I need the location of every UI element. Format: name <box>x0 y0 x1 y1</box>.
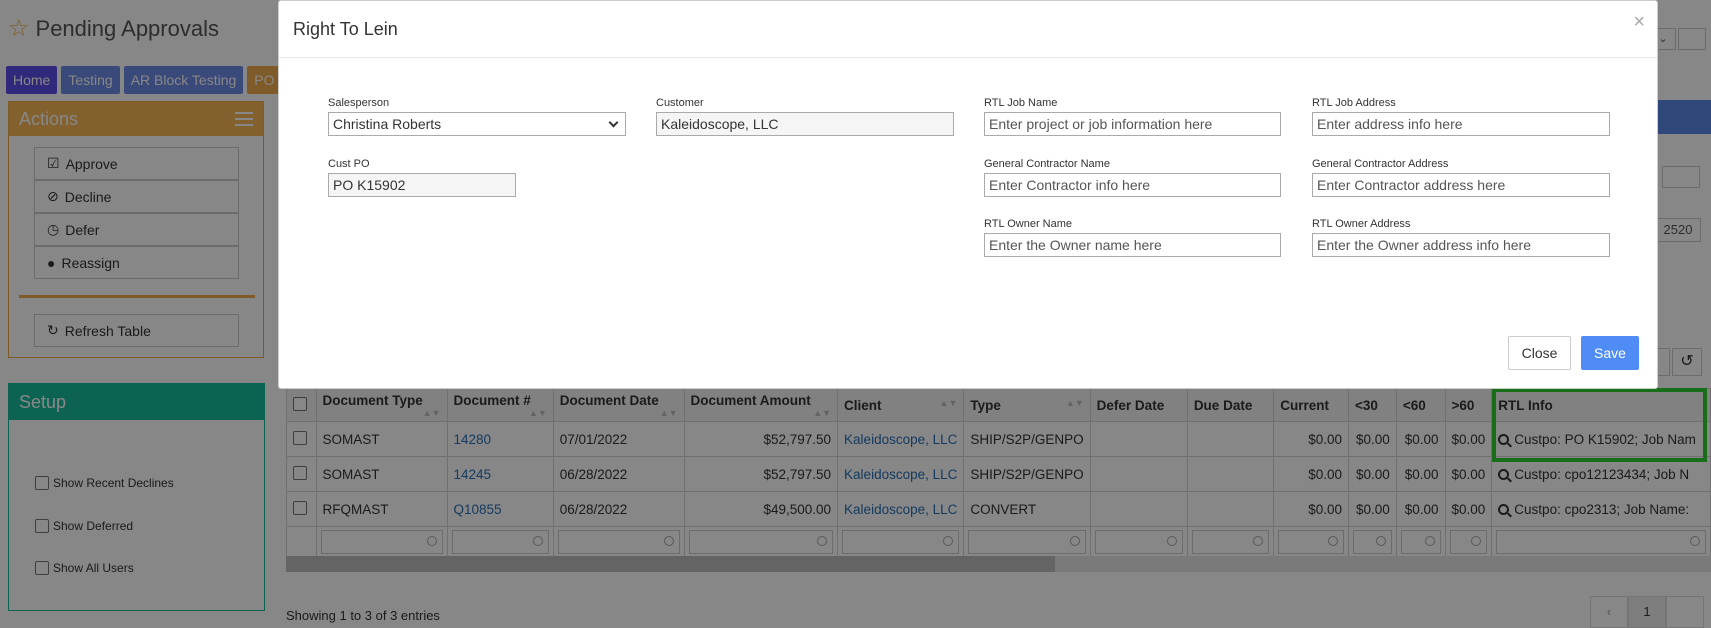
gc-name-input[interactable]: Enter Contractor info here <box>984 173 1281 197</box>
salesperson-value: Christina Roberts <box>333 116 442 132</box>
cust-po-field-group: Cust PO PO K15902 <box>328 158 516 197</box>
cust-po-label: Cust PO <box>328 158 370 170</box>
rtl-owner-address-label: RTL Owner Address <box>1312 218 1411 230</box>
rtl-job-address-label: RTL Job Address <box>1312 97 1396 109</box>
rtl-owner-name-input[interactable]: Enter the Owner name here <box>984 233 1281 257</box>
save-button[interactable]: Save <box>1581 336 1639 370</box>
gc-name-group: General Contractor Name Enter Contractor… <box>984 158 1281 197</box>
rtl-job-address-input[interactable]: Enter address info here <box>1312 112 1610 136</box>
chevron-down-icon <box>608 117 619 127</box>
customer-field[interactable]: Kaleidoscope, LLC <box>656 112 954 136</box>
rtl-job-name-group: RTL Job Name Enter project or job inform… <box>984 97 1281 136</box>
rtl-job-name-label: RTL Job Name <box>984 97 1058 109</box>
cust-po-field[interactable]: PO K15902 <box>328 173 516 197</box>
salesperson-label: Salesperson <box>328 97 390 109</box>
modal-title: Right To Lein <box>293 19 398 39</box>
rtl-owner-name-group: RTL Owner Name Enter the Owner name here <box>984 218 1281 257</box>
right-to-lein-modal: Right To Lein × Salesperson Christina Ro… <box>278 0 1658 389</box>
rtl-owner-address-group: RTL Owner Address Enter the Owner addres… <box>1312 218 1610 257</box>
gc-address-label: General Contractor Address <box>1312 158 1449 170</box>
close-button[interactable]: Close <box>1508 336 1571 370</box>
customer-field-group: Customer Kaleidoscope, LLC <box>656 97 954 136</box>
modal-header: Right To Lein × <box>279 1 1657 58</box>
rtl-job-address-group: RTL Job Address Enter address info here <box>1312 97 1610 136</box>
salesperson-select[interactable]: Christina Roberts <box>328 112 626 136</box>
rtl-owner-name-label: RTL Owner Name <box>984 218 1073 230</box>
rtl-owner-address-input[interactable]: Enter the Owner address info here <box>1312 233 1610 257</box>
gc-address-group: General Contractor Address Enter Contrac… <box>1312 158 1610 197</box>
rtl-job-name-input[interactable]: Enter project or job information here <box>984 112 1281 136</box>
gc-address-input[interactable]: Enter Contractor address here <box>1312 173 1610 197</box>
close-icon[interactable]: × <box>1633 11 1645 34</box>
salesperson-field-group: Salesperson Christina Roberts <box>328 97 626 136</box>
gc-name-label: General Contractor Name <box>984 158 1110 170</box>
customer-label: Customer <box>656 97 704 109</box>
